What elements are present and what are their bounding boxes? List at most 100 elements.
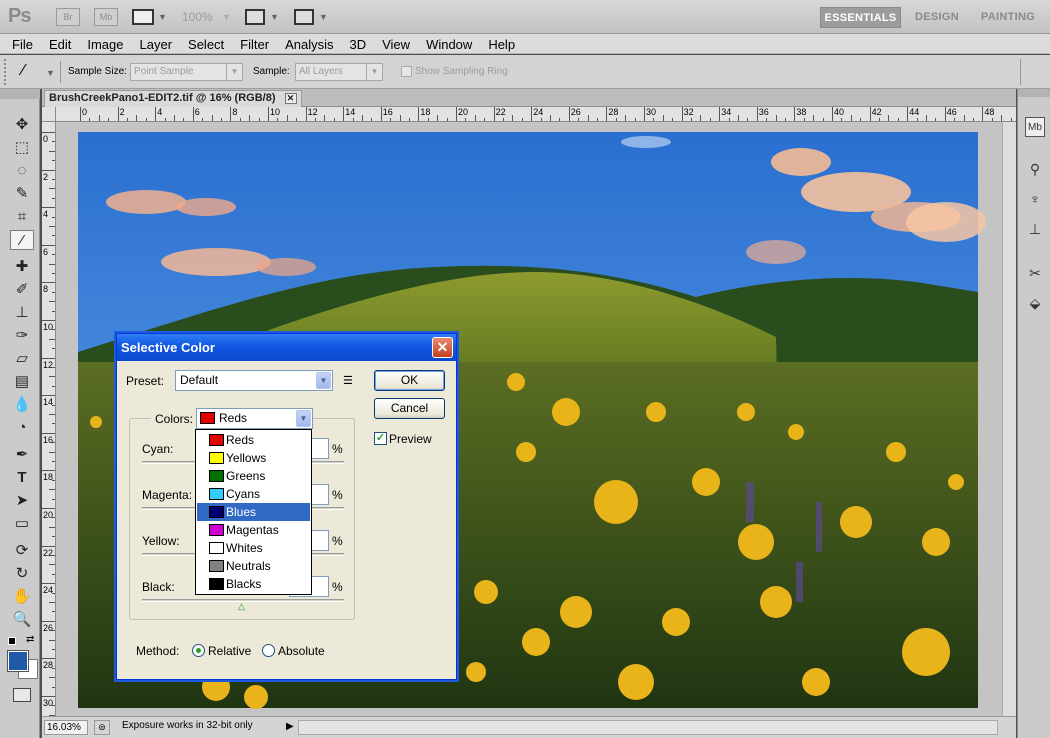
colors-option-reds[interactable]: Reds bbox=[197, 431, 310, 449]
history-brush-tool-icon[interactable]: ✑ bbox=[10, 326, 34, 346]
launch-minibridge-button[interactable]: Mb bbox=[94, 8, 118, 26]
quick-selection-tool-icon[interactable]: ✎ bbox=[10, 184, 34, 204]
cancel-button[interactable]: Cancel bbox=[374, 398, 445, 419]
preview-checkbox[interactable]: ✓ bbox=[374, 432, 387, 445]
menu-window[interactable]: Window bbox=[418, 34, 480, 54]
hand-tool-icon[interactable]: ✋ bbox=[10, 587, 34, 607]
menu-select[interactable]: Select bbox=[180, 34, 232, 54]
foreground-color-swatch[interactable] bbox=[7, 650, 29, 672]
method-relative-radio[interactable] bbox=[192, 644, 205, 657]
swap-colors-icon[interactable]: ⇄ bbox=[26, 634, 34, 645]
colors-option-magentas[interactable]: Magentas bbox=[197, 521, 310, 539]
blur-tool-icon[interactable]: 💧 bbox=[10, 395, 34, 415]
sample-select[interactable]: All Layers ▼ bbox=[295, 63, 383, 81]
gradient-tool-icon[interactable]: ▤ bbox=[10, 372, 34, 392]
3d-orbit-tool-icon[interactable]: ↻ bbox=[10, 564, 34, 584]
crop-tool-icon[interactable]: ⌗ bbox=[10, 207, 34, 227]
ruler-minor-tick bbox=[49, 226, 55, 227]
arrange-dropdown-icon[interactable]: ▼ bbox=[270, 12, 279, 22]
zoom-dropdown-icon[interactable]: ▼ bbox=[222, 12, 231, 22]
status-zoom-field[interactable]: 16.03% bbox=[44, 720, 88, 735]
brush-tool-icon[interactable]: ✐ bbox=[10, 280, 34, 300]
colors-option-neutrals[interactable]: Neutrals bbox=[197, 557, 310, 575]
tools-panel-header[interactable] bbox=[0, 89, 40, 99]
3d-panel-icon[interactable]: ⬙ bbox=[1025, 293, 1045, 313]
ruler-origin[interactable] bbox=[42, 107, 56, 122]
menu-analysis[interactable]: Analysis bbox=[277, 34, 341, 54]
screen-mode-icon[interactable] bbox=[294, 9, 314, 25]
clone-source-panel-icon[interactable]: ♆ bbox=[1025, 189, 1045, 209]
quick-mask-icon[interactable] bbox=[13, 688, 31, 702]
workspace-design-button[interactable]: DESIGN bbox=[907, 7, 967, 28]
vertical-scrollbar[interactable] bbox=[1002, 122, 1016, 716]
menu-image[interactable]: Image bbox=[79, 34, 131, 54]
panel-dock-header[interactable] bbox=[1018, 89, 1050, 97]
ok-button[interactable]: OK bbox=[374, 370, 445, 391]
vertical-ruler[interactable]: 0 2 4 6 8 10 12 14 16 18 20 22 24 26 28 30 bbox=[42, 122, 56, 716]
eyedropper-preset-icon[interactable]: ⁄ bbox=[22, 62, 25, 80]
ruler-minor-tick bbox=[775, 115, 777, 121]
preset-select[interactable]: Default ▼ bbox=[175, 370, 333, 391]
zoom-tool-icon[interactable]: 🔍 bbox=[10, 610, 34, 630]
default-colors-icon[interactable] bbox=[8, 637, 16, 645]
method-absolute-radio[interactable] bbox=[262, 644, 275, 657]
close-icon[interactable]: ✕ bbox=[432, 337, 453, 358]
menu-edit[interactable]: Edit bbox=[41, 34, 79, 54]
arrange-documents-icon[interactable] bbox=[245, 9, 265, 25]
horizontal-ruler[interactable]: 0 2 4 6 8 10 12 14 16 18 20 22 24 26 28 30 32 34 36 38 40 42 4… bbox=[56, 107, 1016, 122]
rectangle-tool-icon[interactable]: ▭ bbox=[10, 514, 34, 534]
ruler-label: 14 bbox=[43, 397, 54, 408]
view-extras-icon[interactable] bbox=[132, 9, 154, 25]
menu-layer[interactable]: Layer bbox=[132, 34, 181, 54]
lasso-tool-icon[interactable]: ◌ bbox=[10, 161, 34, 181]
move-tool-icon[interactable]: ✥ bbox=[10, 115, 34, 135]
tools-panel: ✥ ⬚ ◌ ✎ ⌗ ⁄ ✚ ✐ ⊥ ✑ ▱ ▤ 💧 ◔ ✒ T ➤ ▭ ⟳ ↻ … bbox=[0, 89, 40, 738]
brush-presets-panel-icon[interactable]: ⊥ bbox=[1025, 219, 1045, 239]
menu-file[interactable]: File bbox=[4, 34, 41, 54]
3d-rotate-tool-icon[interactable]: ⟳ bbox=[10, 541, 34, 561]
colors-option-label: Blacks bbox=[226, 577, 262, 591]
tool-presets-panel-icon[interactable]: ⚲ bbox=[1025, 159, 1045, 179]
launch-bridge-button[interactable]: Br bbox=[56, 8, 80, 26]
black-slider-thumb-icon[interactable]: △ bbox=[238, 601, 245, 612]
view-extras-dropdown-icon[interactable]: ▼ bbox=[158, 12, 167, 22]
tool-preset-dropdown-icon[interactable]: ▼ bbox=[46, 68, 55, 78]
tools-panel-icon[interactable]: ✂ bbox=[1025, 263, 1045, 283]
colors-option-blues[interactable]: Blues bbox=[197, 503, 310, 521]
colors-select[interactable]: Reds ▼ bbox=[196, 408, 313, 429]
ruler-tick bbox=[42, 658, 55, 660]
path-selection-tool-icon[interactable]: ➤ bbox=[10, 491, 34, 511]
minibridge-panel-icon[interactable]: Mb bbox=[1025, 117, 1045, 137]
screen-mode-dropdown-icon[interactable]: ▼ bbox=[319, 12, 328, 22]
document-tab[interactable]: BrushCreekPano1-EDIT2.tif @ 16% (RGB/8) … bbox=[44, 90, 302, 107]
close-document-icon[interactable]: ✕ bbox=[284, 93, 297, 104]
zoom-level-field[interactable]: 100% bbox=[182, 10, 213, 24]
status-menu-arrow-icon[interactable]: ▶ bbox=[286, 721, 294, 732]
colors-option-whites[interactable]: Whites bbox=[197, 539, 310, 557]
options-grip[interactable] bbox=[4, 59, 10, 85]
workspace-essentials-button[interactable]: ESSENTIALS bbox=[820, 7, 901, 28]
clone-stamp-tool-icon[interactable]: ⊥ bbox=[10, 303, 34, 323]
sample-size-select[interactable]: Point Sample ▼ bbox=[130, 63, 243, 81]
eraser-tool-icon[interactable]: ▱ bbox=[10, 349, 34, 369]
menu-3d[interactable]: 3D bbox=[341, 34, 374, 54]
healing-brush-tool-icon[interactable]: ✚ bbox=[10, 257, 34, 277]
dodge-tool-icon[interactable]: ◔ bbox=[10, 418, 34, 438]
type-tool-icon[interactable]: T bbox=[10, 468, 34, 488]
colors-option-cyans[interactable]: Cyans bbox=[197, 485, 310, 503]
pen-tool-icon[interactable]: ✒ bbox=[10, 445, 34, 465]
marquee-tool-icon[interactable]: ⬚ bbox=[10, 138, 34, 158]
colors-option-blacks[interactable]: Blacks bbox=[197, 575, 310, 593]
workspace-painting-button[interactable]: PAINTING bbox=[974, 7, 1042, 28]
colors-option-yellows[interactable]: Yellows bbox=[197, 449, 310, 467]
menu-help[interactable]: Help bbox=[480, 34, 523, 54]
menu-view[interactable]: View bbox=[374, 34, 418, 54]
show-sampling-ring-checkbox[interactable] bbox=[401, 66, 412, 77]
eyedropper-tool-icon[interactable]: ⁄ bbox=[10, 230, 34, 250]
status-sync-icon[interactable]: ⊜ bbox=[94, 720, 110, 735]
ruler-tick bbox=[42, 696, 55, 697]
preset-options-icon[interactable]: ☰ bbox=[343, 374, 353, 387]
menu-filter[interactable]: Filter bbox=[232, 34, 277, 54]
horizontal-scrollbar[interactable] bbox=[298, 720, 998, 735]
colors-option-greens[interactable]: Greens bbox=[197, 467, 310, 485]
